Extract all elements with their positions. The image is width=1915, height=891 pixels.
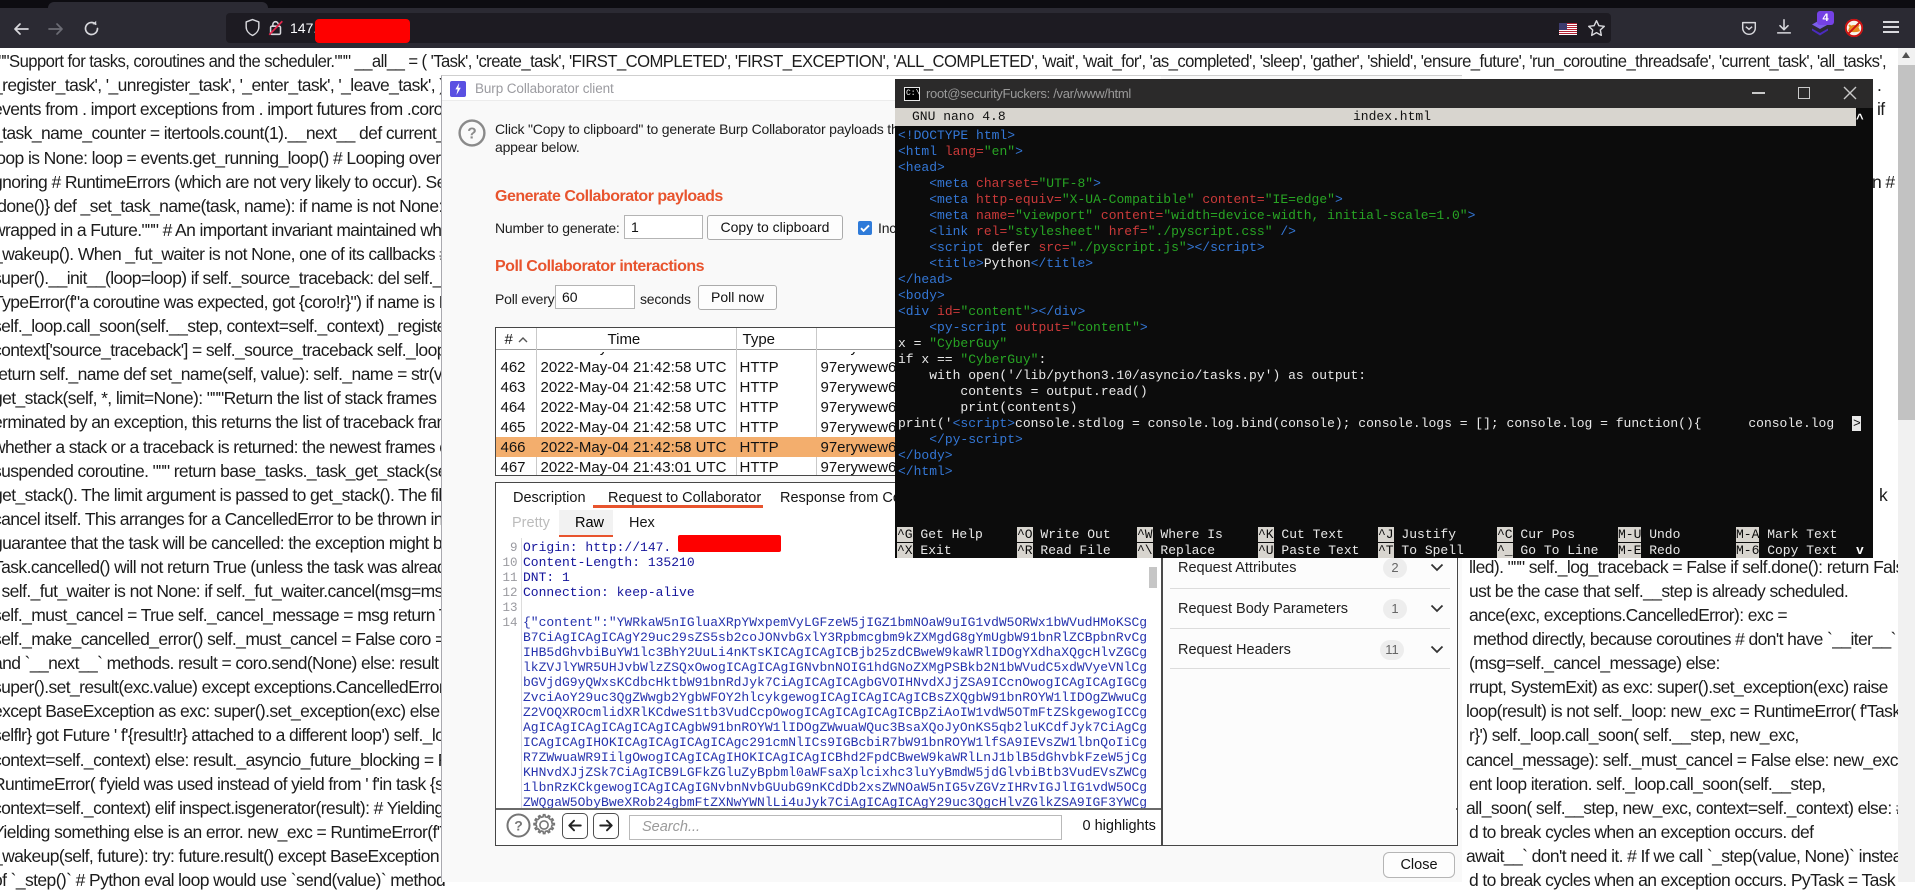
svg-text:?: ? xyxy=(514,817,523,833)
svg-text:?: ? xyxy=(467,126,476,143)
